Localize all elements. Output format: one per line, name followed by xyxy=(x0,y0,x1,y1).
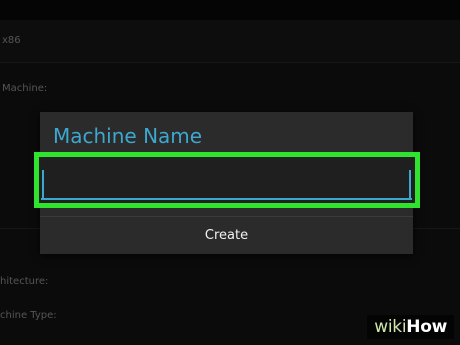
dialog-title: Machine Name xyxy=(53,124,203,148)
input-edge-marker xyxy=(409,170,411,198)
machine-name-input[interactable] xyxy=(41,160,412,200)
status-bar xyxy=(0,0,460,20)
create-button[interactable]: Create xyxy=(40,218,413,254)
watermark-prefix: wiki xyxy=(374,317,407,337)
input-cursor xyxy=(42,170,44,198)
wikihow-watermark: wikiHow xyxy=(367,315,454,339)
app-screen: x86 Machine: hitecture: chine Type: Mach… xyxy=(0,0,460,345)
dialog-divider xyxy=(40,216,413,217)
watermark-suffix: How xyxy=(406,317,447,337)
